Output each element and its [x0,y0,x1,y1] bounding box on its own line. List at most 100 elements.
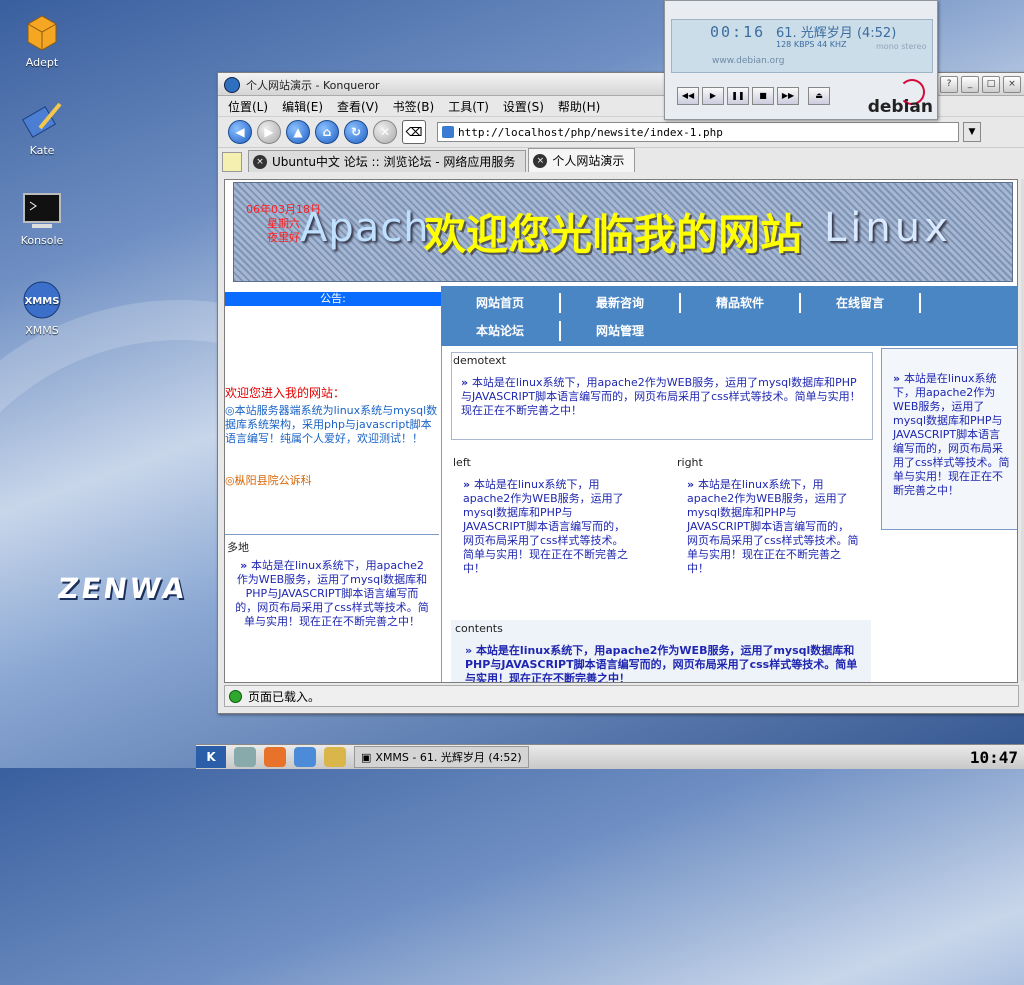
taskbar: K ▣ XMMS - 61. 光辉岁月 (4:52) 10:47 [196,744,1024,769]
firefox-icon[interactable] [264,747,286,767]
quicklaunch-icon[interactable] [234,747,256,767]
nav-forum[interactable]: 本站论坛 [441,318,559,344]
xmms-player: 00:16 61. 光辉岁月 (4:52) 128 KBPS 44 KHZ mo… [664,0,938,120]
desktop-icon-label: Konsole [20,234,64,247]
nav-guestbook[interactable]: 在线留言 [801,290,919,316]
forward-icon[interactable]: ▶ [257,120,281,144]
task-xmms[interactable]: ▣ XMMS - 61. 光辉岁月 (4:52) [354,746,529,768]
xmms-song-title: 61. 光辉岁月 (4:52) [776,26,897,41]
desktop-icon-xmms[interactable]: XMMS XMMS [12,278,72,337]
tab-label: 个人网站演示 [552,154,625,168]
left-panel-title: left [453,456,471,469]
xmms-channel-mode: mono stereo [876,42,927,51]
tab-ubuntu-forum[interactable]: × Ubuntu中文 论坛 :: 浏览论坛 - 网络应用服务 [248,150,527,172]
toolbar: ◀ ▶ ▲ ⌂ ↻ ✕ ⌫ http://localhost/php/newsi… [218,116,1024,147]
editor-launch-icon[interactable] [324,747,346,767]
menu-help[interactable]: 帮助(H) [554,98,610,115]
notice-system-info: ◎本站服务器端系统为linux系统与mysql数据库系统架构，采用php与jav… [225,404,438,445]
site-banner: 06年03月18日 星期六 夜里好 Apach Linux 欢迎您光临我的网站 [233,182,1013,282]
location-field[interactable]: http://localhost/php/newsite/index-1.php [437,122,959,142]
page-favicon-icon [442,126,454,138]
stop-icon[interactable]: ✕ [373,120,397,144]
clock: 10:47 [969,747,1018,767]
banner-welcome-text: 欢迎您光临我的网站 [424,210,803,259]
up-icon[interactable]: ▲ [286,120,310,144]
help-button[interactable]: ? [940,76,958,93]
home-icon[interactable]: ⌂ [315,120,339,144]
xmms-icon: XMMS [20,278,64,322]
banner-linux-text: Linux [824,205,952,251]
new-tab-icon[interactable] [222,152,242,172]
next-icon[interactable]: ▶▶ [777,87,799,105]
nav-admin[interactable]: 网站管理 [561,318,679,344]
xmms-time: 00:16 [710,23,766,41]
task-label: XMMS - 61. 光辉岁月 (4:52) [375,751,522,764]
play-icon[interactable]: ▶ [702,87,724,105]
previous-icon[interactable]: ◀◀ [677,87,699,105]
desktop-icon-adept[interactable]: Adept [12,10,72,69]
desktop-icon-konsole[interactable]: Konsole [12,188,72,247]
menu-settings[interactable]: 设置(S) [499,98,554,115]
back-icon[interactable]: ◀ [228,120,252,144]
rightbox-text: » 本站是在linux系统下，用apache2作为WEB服务，运用了mysql数… [893,372,1010,497]
desktop-icon-kate[interactable]: Kate [12,98,72,157]
clear-location-icon[interactable]: ⌫ [402,120,426,144]
menu-edit[interactable]: 编辑(E) [278,98,333,115]
konqueror-window: 个人网站演示 - Konqueror ? _ □ × 位置(L) 编辑(E) 查… [217,72,1024,714]
duodi-text: » 本站是在linux系统下，用apache2作为WEB服务，运用了mysql数… [235,559,429,628]
k-menu-icon[interactable]: K [196,746,226,768]
notice-link[interactable]: ◎枞阳县院公诉科 [225,472,312,488]
nav-divider [919,293,921,313]
nav-home[interactable]: 网站首页 [441,290,559,316]
svg-text:XMMS: XMMS [25,296,60,307]
xmms-task-icon: ▣ [361,750,372,764]
xmms-site: www.debian.org [712,56,785,66]
menu-location[interactable]: 位置(L) [224,98,278,115]
right-panel-title: right [677,456,703,469]
xmms-controls: ◀◀ ▶ ❚❚ ■ ▶▶ ⏏ [677,87,830,105]
eject-icon[interactable]: ⏏ [808,87,830,105]
right-panel-text: » 本站是在linux系统下，用apache2作为WEB服务，运用了mysql数… [687,478,859,575]
xmms-bitrate: 128 KBPS 44 KHZ [776,40,847,49]
left-panel-text: » 本站是在linux系统下，用apache2作为WEB服务，运用了mysql数… [463,478,628,575]
close-tab-icon[interactable]: × [253,154,267,169]
package-icon [20,10,64,54]
web-content: 06年03月18日 星期六 夜里好 Apach Linux 欢迎您光临我的网站 … [224,179,1018,683]
notice-header: 公告: [225,292,441,306]
tab-personal-site[interactable]: × 个人网站演示 [528,148,636,172]
menu-tools[interactable]: 工具(T) [444,98,499,115]
konqueror-icon [224,77,240,93]
pen-editor-icon [20,98,64,142]
zenwalk-logo: ZENWA [55,572,190,605]
statusbar: 页面已载入。 [224,685,1019,707]
nav-software[interactable]: 精品软件 [681,290,799,316]
close-button[interactable]: × [1003,76,1021,93]
terminal-icon [20,188,64,232]
tabbar: × Ubuntu中文 论坛 :: 浏览论坛 - 网络应用服务 × 个人网站演示 [218,147,1024,172]
tab-label: Ubuntu中文 论坛 :: 浏览论坛 - 网络应用服务 [272,155,516,169]
reload-icon[interactable]: ↻ [344,120,368,144]
close-tab-icon[interactable]: × [533,153,548,168]
notice-welcome: 欢迎您进入我的网站： [225,386,346,400]
status-text: 页面已载入。 [248,689,321,704]
maximize-button[interactable]: □ [982,76,1000,93]
menu-bookmarks[interactable]: 书签(B) [389,98,445,115]
window-title: 个人网站演示 - Konqueror [246,79,380,92]
status-led-icon [229,689,242,703]
banner-apache-text: Apach [300,205,430,251]
site-nav: 网站首页 最新咨询 精品软件 在线留言 本站论坛 网站管理 [441,286,1017,346]
contents-title: contents [455,622,503,635]
menu-view[interactable]: 查看(V) [333,98,389,115]
chevron-down-icon[interactable]: ▼ [963,122,981,142]
pause-icon[interactable]: ❚❚ [727,87,749,105]
minimize-button[interactable]: _ [961,76,979,93]
left-column: 公告: 欢迎您进入我的网站： ◎本站服务器端系统为linux系统与mysql数据… [225,286,442,682]
duodi-panel: 多地 » 本站是在linux系统下，用apache2作为WEB服务，运用了mys… [225,534,439,681]
konqueror-launch-icon[interactable] [294,747,316,767]
nav-news[interactable]: 最新咨询 [561,290,679,316]
duodi-title: 多地 [227,541,249,554]
xmms-display: 00:16 61. 光辉岁月 (4:52) 128 KBPS 44 KHZ mo… [671,19,933,73]
desktop-icon-label: Adept [25,56,59,69]
stop-icon[interactable]: ■ [752,87,774,105]
desktop-icon-label: Kate [29,144,55,157]
